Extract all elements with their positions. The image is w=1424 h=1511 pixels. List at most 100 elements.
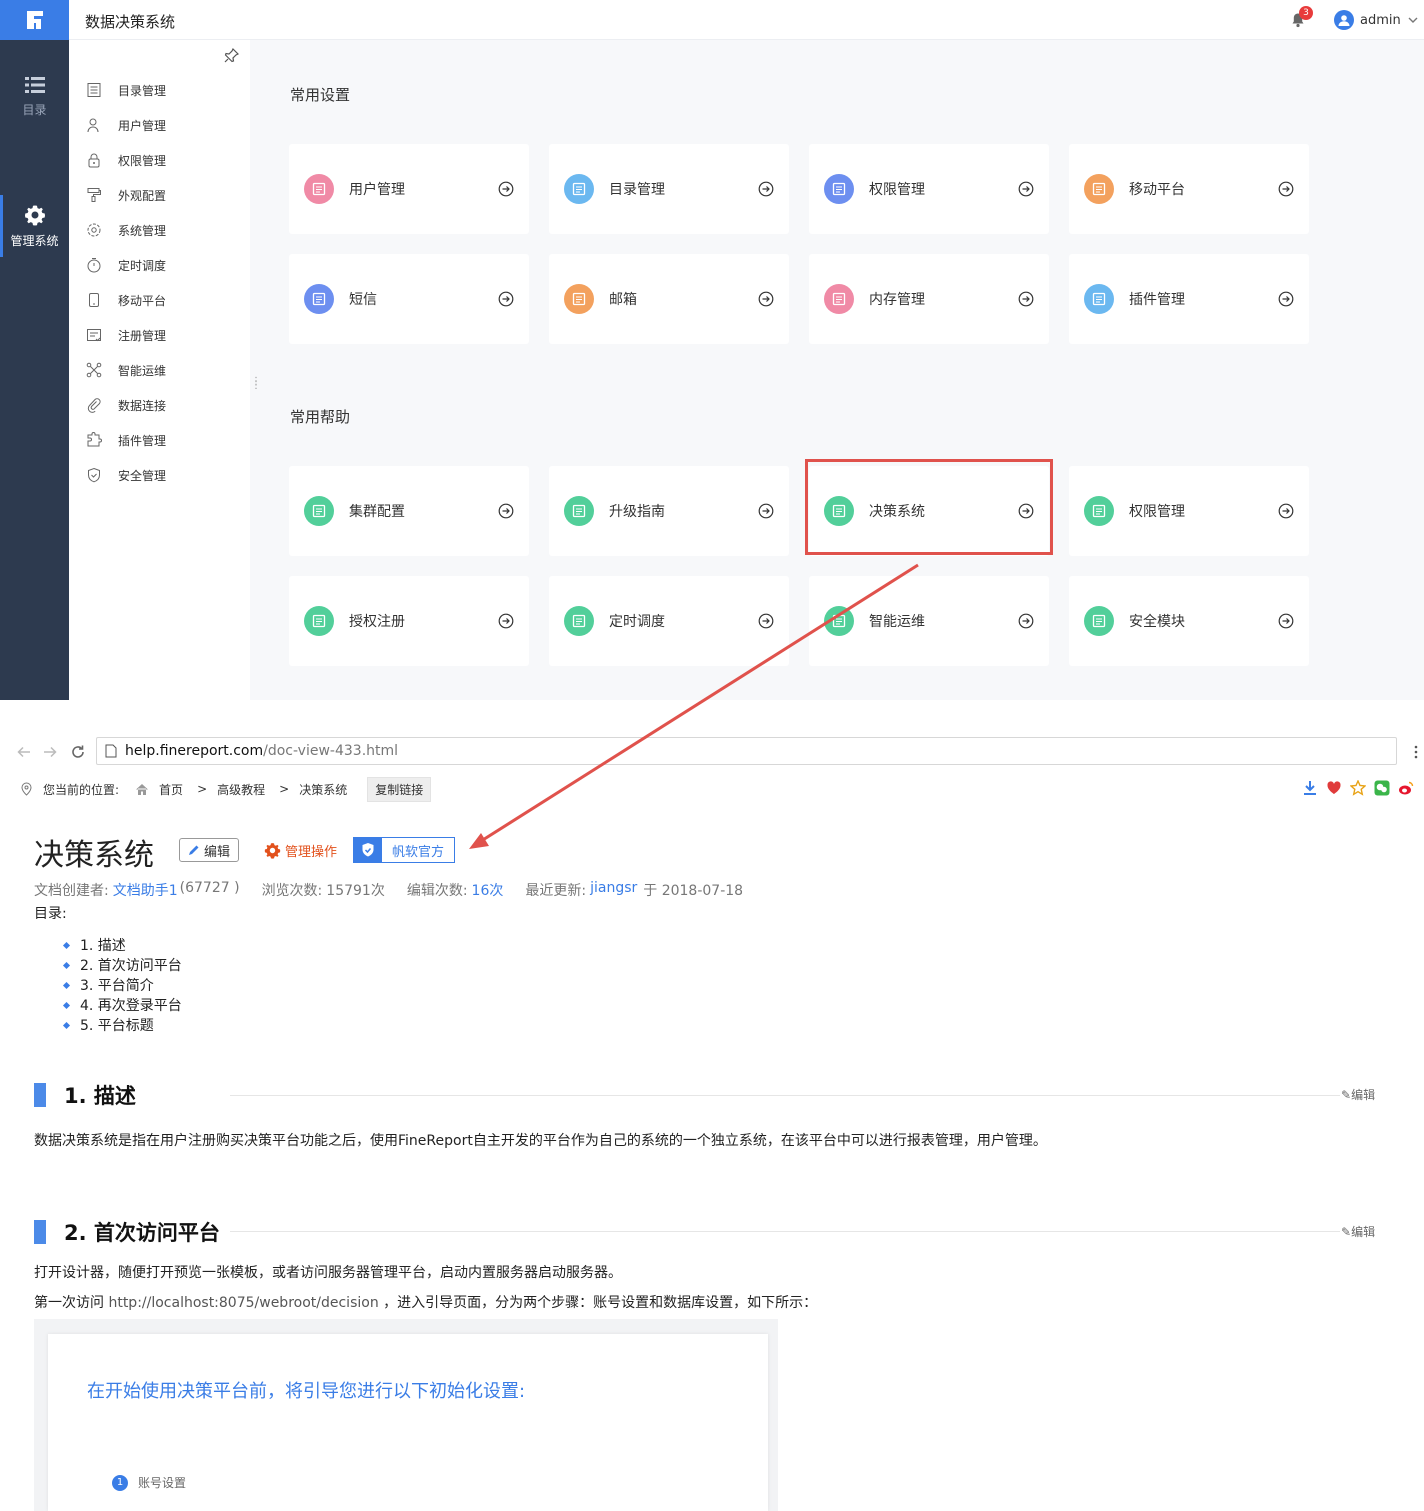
star-icon[interactable] [1350,780,1366,796]
toc-item[interactable]: 2. 首次访问平台 [64,955,182,975]
shield-check-icon [354,838,382,862]
subnav-item-schedule[interactable]: 定时调度 [86,255,166,275]
subnav-label: 定时调度 [118,258,167,273]
settings-card[interactable]: 移动平台 [1069,144,1309,234]
updated-by-link[interactable]: jiangsr [590,880,637,900]
breadcrumb-advanced[interactable]: 高级教程 [217,781,265,798]
arrow-right-circle-icon[interactable] [1018,613,1034,629]
resize-handle[interactable]: ⋮ ⋮ [251,377,261,391]
home-icon [136,783,149,795]
section-2-edit-link[interactable]: ✎编辑 [1341,1223,1375,1240]
arrow-right-circle-icon[interactable] [758,291,774,307]
admin-actions-label: 管理操作 [285,844,338,860]
back-icon[interactable] [16,744,32,760]
arrow-right-circle-icon[interactable] [498,291,514,307]
more-options-icon[interactable] [1408,744,1424,760]
arrow-right-circle-icon[interactable] [758,503,774,519]
reload-icon[interactable] [70,744,86,760]
settings-card[interactable]: 插件管理 [1069,254,1309,344]
toc-item[interactable]: 3. 平台简介 [64,975,182,995]
arrow-right-circle-icon[interactable] [498,613,514,629]
breadcrumb-current[interactable]: 决策系统 [299,781,347,798]
toc-item[interactable]: 5. 平台标题 [64,1015,182,1035]
edit-button[interactable]: 编辑 [179,838,240,862]
url-bar[interactable]: help.finereport.com/doc-view-433.html [96,737,1397,765]
step-number: 1 [112,1474,128,1491]
arrow-right-circle-icon[interactable] [1018,291,1034,307]
heart-icon[interactable] [1326,780,1342,796]
doc-meta: 文档创建者: 文档助手1 (67727 ) 浏览次数: 15791次 编辑次数:… [34,880,743,900]
subnav-item-security[interactable]: 安全管理 [86,465,166,485]
forward-icon[interactable] [42,744,58,760]
location-pin-icon [21,782,32,796]
help-card[interactable]: 升级指南 [549,466,789,556]
help-card[interactable]: 安全模块 [1069,576,1309,666]
settings-card[interactable]: 目录管理 [549,144,789,234]
toc-item-label: 3. 平台简介 [80,978,154,994]
arrow-right-circle-icon[interactable] [758,613,774,629]
url-host: help.finereport.com [125,743,264,759]
gear-icon [24,205,45,225]
toc-item[interactable]: 4. 再次登录平台 [64,995,182,1015]
pin-icon[interactable] [224,48,239,63]
register-icon [87,329,101,342]
subnav-item-system[interactable]: 系统管理 [86,220,166,240]
arrow-right-circle-icon[interactable] [498,181,514,197]
url-path: /doc-view-433.html [263,743,399,759]
card-label: 智能运维 [869,614,925,630]
card-label: 用户管理 [349,182,405,198]
nav-catalog[interactable]: 目录 [0,65,69,127]
username: admin [1360,12,1401,28]
gear-icon [264,842,281,859]
arrow-right-circle-icon[interactable] [758,181,774,197]
subnav-item-users[interactable]: 用户管理 [86,115,166,135]
subnav-item-plugins[interactable]: 插件管理 [86,430,166,450]
arrow-right-circle-icon[interactable] [498,503,514,519]
subnav-item-appearance[interactable]: 外观配置 [86,185,166,205]
settings-card[interactable]: 用户管理 [289,144,529,234]
subnav-item-ops[interactable]: 智能运维 [86,360,166,380]
official-badge[interactable]: 帆软官方 [353,837,456,863]
arrow-right-circle-icon[interactable] [1278,291,1294,307]
breadcrumb-home[interactable]: 首页 [159,781,183,798]
settings-card[interactable]: 短信 [289,254,529,344]
subnav-item-mobile[interactable]: 移动平台 [86,290,166,310]
settings-card[interactable]: 权限管理 [809,144,1049,234]
arrow-right-circle-icon[interactable] [1018,181,1034,197]
subnav-item-permissions[interactable]: 权限管理 [86,150,166,170]
user-menu[interactable]: admin [1334,10,1419,30]
weibo-icon[interactable] [1398,780,1414,796]
wechat-icon[interactable] [1374,780,1390,796]
edits-count[interactable]: 16次 [472,880,504,900]
download-icon[interactable] [1302,780,1318,796]
app-logo[interactable] [0,0,69,40]
card-icon [304,496,334,526]
localhost-url[interactable]: http://localhost:8075/webroot/decision [108,1295,378,1311]
subnav-item-register[interactable]: 注册管理 [86,325,166,345]
edits-label: 编辑次数: [406,883,468,899]
card-icon [304,174,334,204]
toc-item[interactable]: 1. 描述 [64,935,182,955]
help-card[interactable]: 定时调度 [549,576,789,666]
section-1-edit-link[interactable]: ✎编辑 [1341,1086,1375,1103]
copy-link-button[interactable]: 复制链接 [367,776,432,802]
arrow-right-circle-icon[interactable] [1278,503,1294,519]
help-card[interactable]: 授权注册 [289,576,529,666]
share-toolbar [1302,780,1414,796]
admin-actions-button[interactable]: 管理操作 [264,838,337,862]
subnav-item-catalog[interactable]: 目录管理 [86,80,166,100]
help-card[interactable]: 智能运维 [809,576,1049,666]
arrow-right-circle-icon[interactable] [1278,613,1294,629]
help-card[interactable]: 集群配置 [289,466,529,556]
settings-card[interactable]: 内存管理 [809,254,1049,344]
card-icon [564,496,594,526]
settings-card[interactable]: 邮箱 [549,254,789,344]
doc-title: 决策系统 [34,838,154,873]
step-label: 账号设置 [138,1476,187,1490]
setup-step-account: 1 账号设置 [112,1474,186,1491]
creator-link[interactable]: 文档助手1 [113,880,178,900]
nav-management[interactable]: 管理系统 [0,195,69,257]
arrow-right-circle-icon[interactable] [1278,181,1294,197]
help-card[interactable]: 权限管理 [1069,466,1309,556]
subnav-item-data-connection[interactable]: 数据连接 [86,395,166,415]
